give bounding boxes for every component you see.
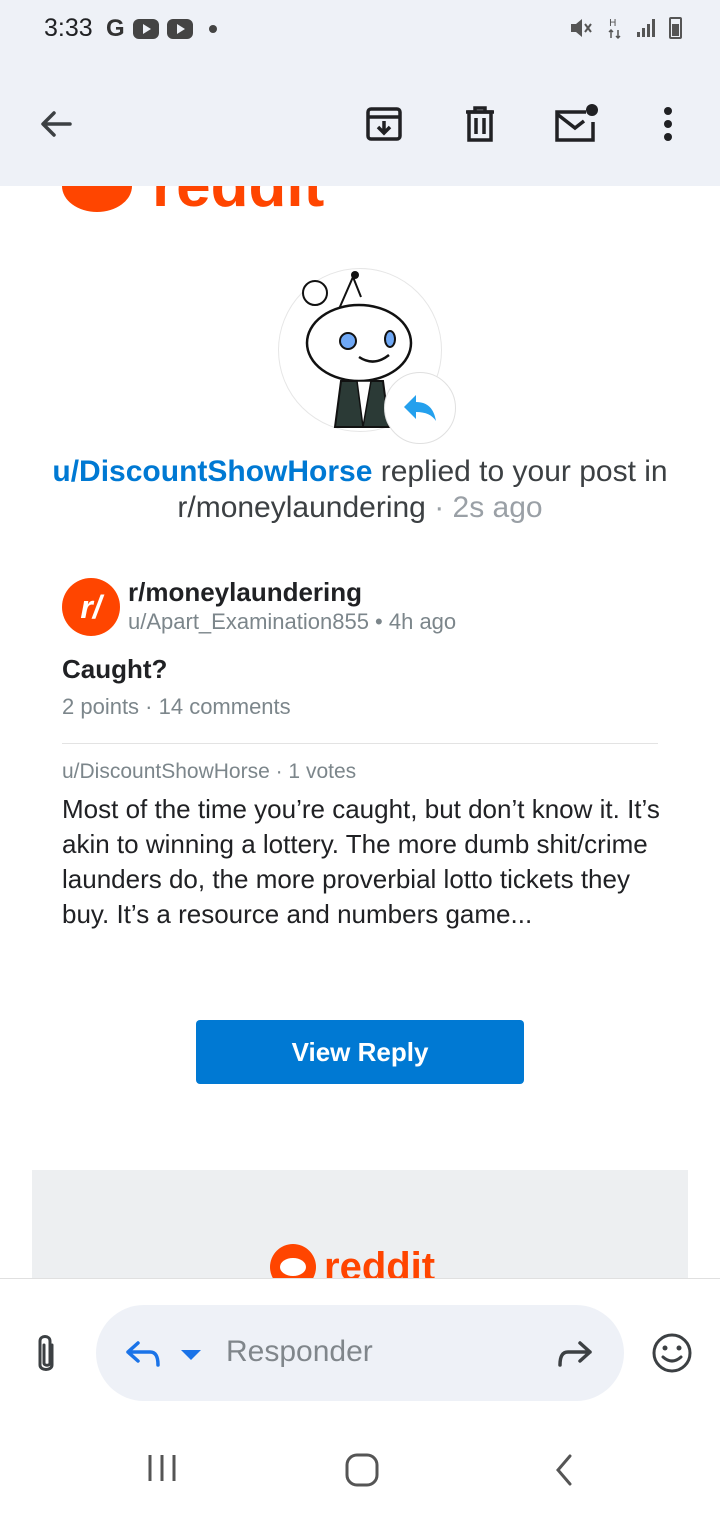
reddit-logo-text: reddit xyxy=(152,186,324,217)
data-icon: H xyxy=(608,18,621,40)
reddit-footer-logo-icon xyxy=(270,1244,316,1278)
back-icon[interactable] xyxy=(32,100,80,148)
nav-back-icon[interactable] xyxy=(552,1452,576,1488)
chevron-down-icon[interactable] xyxy=(180,1349,202,1361)
attachment-icon[interactable] xyxy=(26,1331,66,1375)
youtube-icon xyxy=(132,19,159,39)
email-footer: reddit xyxy=(32,1170,688,1278)
svg-text:H: H xyxy=(609,18,617,29)
post-meta: u/Apart_Examination855 • 4h ago xyxy=(128,609,457,634)
comment-body: Most of the time you’re caught, but don’… xyxy=(62,794,660,929)
delete-icon[interactable] xyxy=(456,100,504,148)
reply-arrow-icon xyxy=(404,395,436,421)
post-subreddit[interactable]: r/moneylaundering xyxy=(128,577,456,607)
notification-icons: G xyxy=(106,17,217,41)
headline-separator: · xyxy=(425,491,453,524)
google-icon: G xyxy=(106,15,125,42)
notification-headline: u/DiscountShowHorse replied to your post… xyxy=(30,454,690,526)
status-time: 3:33 xyxy=(44,14,93,42)
reply-field[interactable]: Responder xyxy=(96,1305,624,1401)
more-options-icon[interactable] xyxy=(644,100,692,148)
view-reply-button[interactable]: View Reply xyxy=(196,1020,524,1084)
youtube-icon xyxy=(166,19,193,39)
comment-meta: u/DiscountShowHorse · 1 votes xyxy=(62,760,357,783)
mark-unread-icon[interactable] xyxy=(552,100,600,148)
status-bar: 3:33 G H xyxy=(0,0,720,60)
divider xyxy=(62,743,658,744)
reply-placeholder[interactable]: Responder xyxy=(226,1335,373,1369)
headline-subreddit[interactable]: r/moneylaundering xyxy=(177,491,425,524)
recent-apps-icon[interactable] xyxy=(146,1452,178,1484)
app-bar xyxy=(0,60,720,186)
archive-icon[interactable] xyxy=(360,100,408,148)
signal-icon xyxy=(637,19,655,37)
headline-action: replied to your post in xyxy=(372,455,668,488)
headline-time: 2s ago xyxy=(452,491,543,524)
emoji-icon[interactable] xyxy=(650,1331,694,1380)
email-body: reddit u/DiscountShowHorse replied to yo… xyxy=(0,186,720,1278)
more-notifications-icon xyxy=(208,25,217,33)
home-icon[interactable] xyxy=(344,1452,380,1488)
reply-icon[interactable] xyxy=(124,1339,164,1369)
navigation-bar xyxy=(0,1412,720,1520)
post-title[interactable]: Caught? xyxy=(62,654,167,685)
compose-bar: Responder xyxy=(0,1278,720,1412)
battery-icon xyxy=(669,17,682,39)
reddit-footer-logo-text: reddit xyxy=(324,1244,436,1279)
post-header[interactable]: r/ r/moneylaundering u/Apart_Examination… xyxy=(62,577,457,636)
reply-author-link[interactable]: u/DiscountShowHorse xyxy=(52,455,372,488)
reddit-logo-footer: reddit xyxy=(270,1244,435,1278)
system-icons: H xyxy=(569,16,682,40)
reddit-logo-top: reddit xyxy=(62,186,324,217)
subreddit-icon: r/ xyxy=(62,578,120,636)
reply-badge xyxy=(384,372,456,444)
mute-icon xyxy=(571,19,592,37)
forward-icon[interactable] xyxy=(554,1339,594,1369)
reddit-logo-icon xyxy=(62,186,132,212)
post-stats: 2 points · 14 comments xyxy=(62,694,291,719)
